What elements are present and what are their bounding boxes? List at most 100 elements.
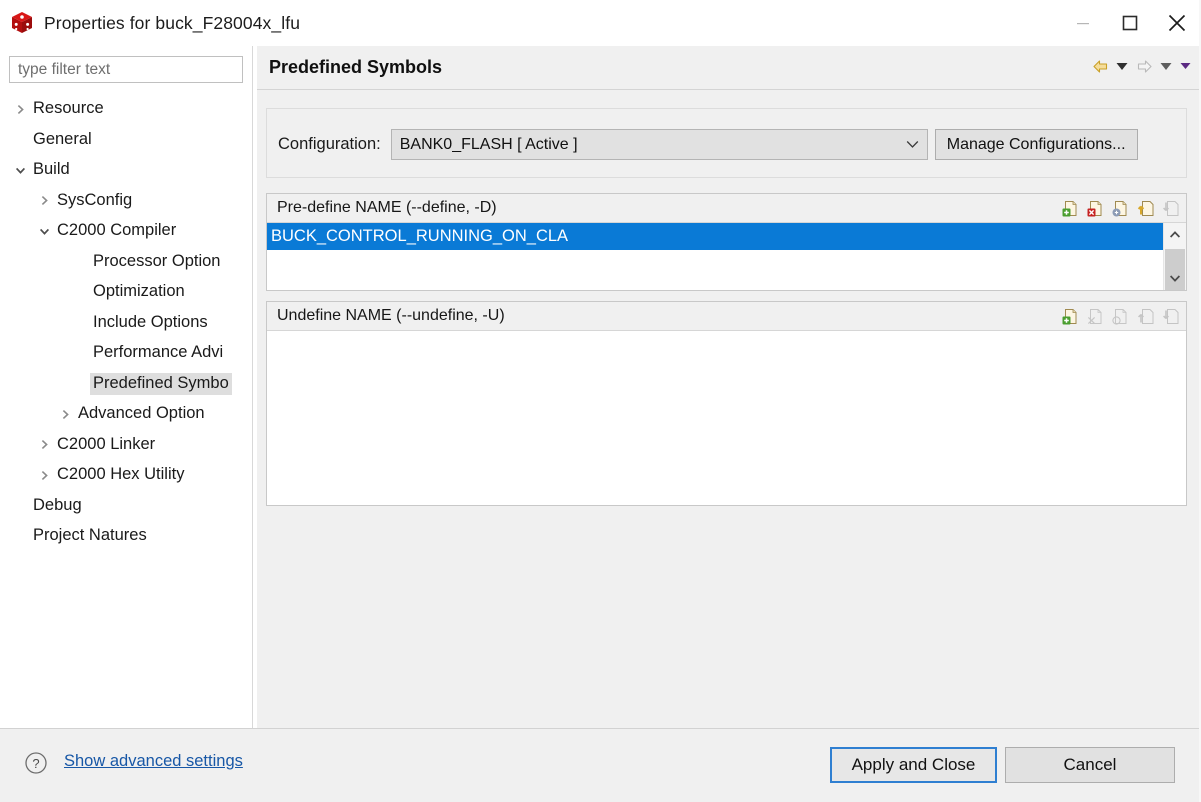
add-icon (1062, 200, 1076, 216)
forward-history-dropdown[interactable] (1158, 54, 1174, 78)
sidebar-item-general[interactable]: General (0, 125, 247, 156)
undefine-title: Undefine NAME (--undefine, -U) (277, 307, 505, 324)
sidebar-item-label: Advanced Option (78, 404, 205, 423)
chevron-right-icon[interactable] (55, 409, 75, 420)
chevron-right-icon[interactable] (34, 439, 54, 450)
predefine-list[interactable]: CLA_DEBUG=1 F28x_DEVICE CPU1 LARGE_MODEL… (267, 223, 1186, 290)
sidebar-item-label: Project Natures (33, 526, 147, 545)
undefine-toolbar (1059, 305, 1181, 327)
add-icon (1062, 308, 1076, 324)
sidebar-item-build[interactable]: Build (0, 155, 247, 186)
sidebar-item-processor-option[interactable]: Processor Option (0, 247, 247, 278)
add-button[interactable] (1059, 197, 1081, 219)
filter-box[interactable] (9, 56, 243, 83)
move-up-button[interactable] (1134, 197, 1156, 219)
sidebar-item-label: Include Options (93, 312, 208, 331)
window-controls (1059, 0, 1201, 46)
page-navigation (1089, 54, 1193, 78)
minimize-icon (1076, 23, 1089, 25)
apply-and-close-button[interactable]: Apply and Close (830, 747, 997, 783)
sidebar-item-label: Predefined Symbo (90, 372, 232, 395)
delete-icon (1087, 308, 1101, 324)
view-menu-dropdown[interactable] (1177, 54, 1193, 78)
sidebar-item-label: General (33, 129, 92, 148)
configuration-value: BANK0_FLASH [ Active ] (399, 135, 578, 153)
minimize-button[interactable] (1059, 0, 1106, 46)
chevron-right-icon[interactable] (34, 195, 54, 206)
maximize-icon (1122, 15, 1137, 31)
sidebar-item-label: Debug (33, 495, 82, 514)
sidebar-item-predefined-symbols[interactable]: Predefined Symbo (0, 369, 247, 400)
undefine-header: Undefine NAME (--undefine, -U) (267, 302, 1186, 331)
predefine-vertical-scrollbar[interactable] (1163, 223, 1186, 290)
add-button[interactable] (1059, 305, 1081, 327)
chevron-up-icon[interactable] (1164, 223, 1186, 247)
move-down-button (1159, 305, 1181, 327)
predefine-header: Pre-define NAME (--define, -D) (267, 194, 1186, 223)
maximize-button[interactable] (1106, 0, 1153, 46)
chevron-right-icon[interactable] (10, 104, 30, 115)
delete-button (1084, 305, 1106, 327)
sidebar-item-advanced-options[interactable]: Advanced Option (0, 399, 247, 430)
delete-button[interactable] (1084, 197, 1106, 219)
chevron-down-icon[interactable] (10, 165, 30, 176)
dialog-footer: ? Show advanced settings Apply and Close… (0, 728, 1201, 802)
predefine-name-group: Pre-define NAME (--define, -D) BUCK_CONT… (266, 193, 1187, 291)
sidebar-item-label: C2000 Hex Utility (57, 465, 185, 484)
configuration-select[interactable]: BANK0_FLASH [ Active ] (390, 129, 928, 160)
close-icon (1168, 14, 1186, 32)
move-down-icon (1162, 200, 1178, 216)
move-down-icon (1162, 308, 1178, 324)
chevron-down-icon (1180, 63, 1190, 69)
undefine-name-group: Undefine NAME (--undefine, -U) (266, 301, 1187, 506)
move-up-icon (1137, 200, 1153, 216)
settings-tree[interactable]: Resource General Build SysConfig C2000 C… (0, 94, 247, 680)
sidebar-item-label: Processor Option (93, 251, 221, 270)
chevron-down-icon[interactable] (1164, 266, 1186, 290)
sidebar-item-optimization[interactable]: Optimization (0, 277, 247, 308)
sidebar-item-performance-advisor[interactable]: Performance Advi (0, 338, 247, 369)
sidebar-item-sysconfig[interactable]: SysConfig (0, 186, 247, 217)
sidebar-item-label: SysConfig (57, 190, 133, 209)
show-advanced-settings-link[interactable]: Show advanced settings (64, 752, 243, 771)
chevron-down-icon (906, 136, 919, 154)
chevron-down-icon (1116, 62, 1128, 70)
page-title: Predefined Symbols (269, 57, 443, 77)
configuration-label: Configuration: (278, 135, 381, 153)
title-bar: Properties for buck_F28004x_lfu (0, 0, 1201, 46)
edit-button (1109, 305, 1131, 327)
sidebar-item-resource[interactable]: Resource (0, 94, 247, 125)
chevron-down-icon[interactable] (34, 226, 54, 237)
sidebar-item-c2000-hex-utility[interactable]: C2000 Hex Utility (0, 460, 247, 491)
sidebar-item-c2000-linker[interactable]: C2000 Linker (0, 430, 247, 461)
move-down-button (1159, 197, 1181, 219)
search-input[interactable] (16, 59, 242, 80)
manage-configurations-button[interactable]: Manage Configurations... (934, 129, 1138, 160)
svg-text:?: ? (32, 756, 39, 771)
close-button[interactable] (1153, 0, 1201, 46)
sidebar-item-c2000-compiler[interactable]: C2000 Compiler (0, 216, 247, 247)
edit-icon (1111, 308, 1126, 325)
move-up-icon (1137, 308, 1153, 324)
delete-icon (1087, 200, 1101, 216)
help-icon[interactable]: ? (24, 751, 48, 780)
sidebar-item-debug[interactable]: Debug (0, 491, 247, 522)
sidebar-item-project-natures[interactable]: Project Natures (0, 521, 247, 552)
cancel-button[interactable]: Cancel (1005, 747, 1175, 783)
back-history-dropdown[interactable] (1114, 54, 1130, 78)
chevron-right-icon[interactable] (34, 470, 54, 481)
undefine-list[interactable] (267, 331, 1186, 505)
back-button[interactable] (1089, 54, 1111, 78)
sidebar-item-include-options[interactable]: Include Options (0, 308, 247, 339)
chevron-down-icon (1160, 62, 1172, 70)
configuration-group: Configuration: BANK0_FLASH [ Active ] Ma… (266, 108, 1187, 178)
list-item[interactable]: BUCK_CONTROL_RUNNING_ON_CLA (267, 223, 1163, 250)
sidebar-item-label: C2000 Linker (57, 434, 156, 453)
configuration-row: Configuration: BANK0_FLASH [ Active ] Ma… (278, 129, 1176, 160)
predefine-toolbar (1059, 197, 1181, 219)
settings-page: Predefined Symbols Configuration: BANK0_… (257, 46, 1201, 728)
edit-icon (1112, 200, 1126, 216)
edit-button[interactable] (1109, 197, 1131, 219)
forward-button[interactable] (1133, 54, 1155, 78)
sidebar-item-label: Build (33, 160, 70, 179)
